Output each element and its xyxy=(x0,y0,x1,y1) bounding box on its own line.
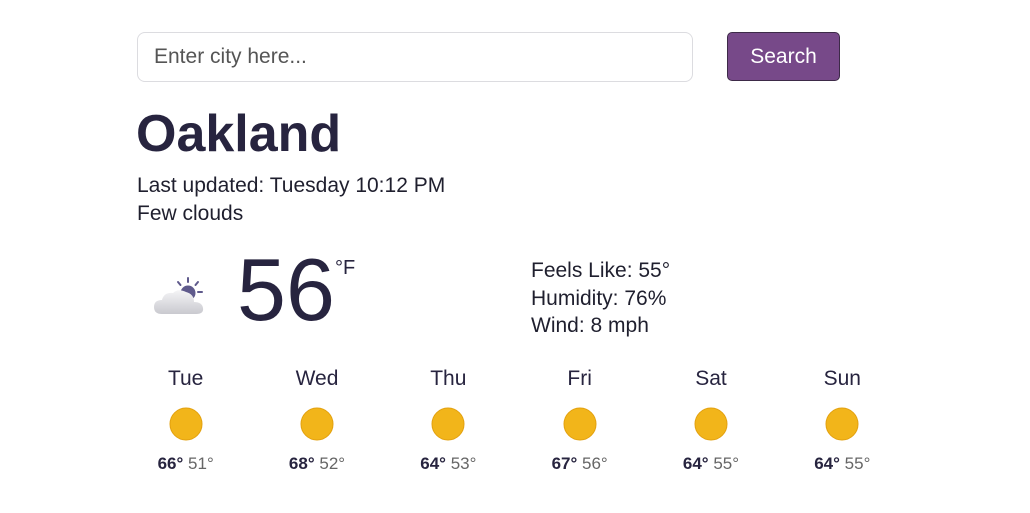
sun-icon xyxy=(694,407,728,441)
forecast-day: Wed 68° 52° xyxy=(251,366,382,474)
forecast-low: 55° xyxy=(844,454,871,473)
forecast-temps: 68° 52° xyxy=(251,454,382,474)
forecast-temps: 64° 53° xyxy=(383,454,514,474)
forecast-day-name: Tue xyxy=(167,367,204,390)
sun-icon xyxy=(300,407,334,441)
forecast-low: 55° xyxy=(713,454,740,473)
current-temperature: 56 xyxy=(237,240,335,339)
forecast-high: 64° xyxy=(814,454,840,473)
search-button[interactable]: Search xyxy=(727,32,840,81)
sun-icon xyxy=(563,407,597,441)
temperature-unit: °F xyxy=(335,257,356,279)
forecast-temps: 67° 56° xyxy=(514,454,645,474)
sun-icon xyxy=(169,407,203,441)
sun-icon xyxy=(825,407,859,441)
forecast-day-name: Thu xyxy=(430,367,467,390)
forecast-day: Sat 64° 55° xyxy=(645,366,776,474)
forecast-day: Tue 66° 51° xyxy=(120,366,251,474)
few-clouds-night-icon xyxy=(154,277,204,314)
forecast-day-name: Sat xyxy=(695,367,727,390)
forecast-temps: 66° 51° xyxy=(120,454,251,474)
weather-app: Search Oakland Last updated: Tuesday 10:… xyxy=(0,0,1030,513)
feels-like: Feels Like: 55° xyxy=(531,259,671,282)
forecast-day-name: Wed xyxy=(295,367,339,390)
forecast-day: Fri 67° 56° xyxy=(514,366,645,474)
forecast: Tue 66° 51° Wed 68° 52° Thu 64° 53° Fri … xyxy=(120,366,908,474)
wind: Wind: 8 mph xyxy=(531,314,649,337)
forecast-day-name: Fri xyxy=(567,367,592,390)
forecast-high: 64° xyxy=(682,454,709,473)
forecast-low: 52° xyxy=(319,454,346,473)
forecast-low: 56° xyxy=(582,454,608,473)
weather-details: Feels Like: 55° Humidity: 76% Wind: 8 mp… xyxy=(531,257,670,340)
forecast-temps: 64° 55° xyxy=(777,454,908,474)
forecast-temps: 64° 55° xyxy=(645,454,776,474)
forecast-high: 67° xyxy=(551,454,578,473)
forecast-day: Thu 64° 53° xyxy=(383,366,514,474)
forecast-low: 53° xyxy=(450,454,477,473)
humidity: Humidity: 76% xyxy=(531,286,667,310)
forecast-high: 64° xyxy=(420,454,446,473)
forecast-high: 66° xyxy=(157,454,184,473)
weather-condition: Few clouds xyxy=(137,202,244,225)
sun-icon xyxy=(431,407,465,441)
forecast-day-name: Sun xyxy=(823,367,861,390)
forecast-high: 68° xyxy=(288,454,315,473)
city-name: Oakland xyxy=(136,105,342,163)
forecast-day: Sun 64° 55° xyxy=(777,366,908,474)
forecast-low: 51° xyxy=(188,454,214,473)
search-input[interactable] xyxy=(137,32,693,82)
last-updated: Last updated: Tuesday 10:12 PM xyxy=(137,174,446,197)
